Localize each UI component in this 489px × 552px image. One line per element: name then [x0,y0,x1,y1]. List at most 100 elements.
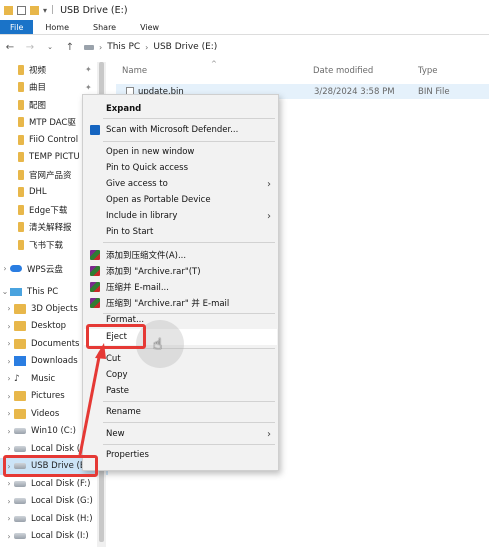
folder-icon [18,169,24,180]
tab-home[interactable]: Home [33,20,81,34]
pin-icon[interactable]: ✦ [85,65,92,74]
sidebar-item-label: Pictures [31,391,65,401]
sidebar-item-label: 视频 [29,65,47,76]
sidebar-item-label: Win10 (C:) [31,426,76,436]
sidebar-item-label: Local Disk (F:) [31,478,91,489]
menu-item-pin-quick-access[interactable]: Pin to Quick access [84,160,277,176]
chevron-right-icon[interactable]: › [4,514,14,523]
menu-item-scan-defender[interactable]: Scan with Microsoft Defender... [84,122,277,138]
menu-item-new[interactable]: New › [84,426,277,442]
column-header-date[interactable]: Date modified [313,66,373,76]
cloud-icon [10,265,22,272]
menu-item-expand[interactable]: Expand [84,101,277,117]
customize-quick-access-icon[interactable]: ▾ [43,6,47,15]
download-icon [14,356,26,366]
sidebar-item-pc[interactable]: › Local Disk (I:) [0,528,108,545]
menu-item-rar-add[interactable]: 添加到压缩文件(A)... [84,247,277,263]
menu-separator [103,118,275,119]
drive-icon [84,44,94,50]
chevron-right-icon[interactable]: › [4,304,14,313]
folder-icon [18,222,24,232]
back-arrow-icon[interactable]: ← [4,42,16,53]
chevron-right-icon[interactable]: › [4,392,14,401]
menu-item-rar-add-archive[interactable]: 添加到 "Archive.rar"(T) [84,263,277,279]
chevron-right-icon[interactable]: › [4,479,14,488]
recent-locations-icon[interactable]: ⌄ [44,43,56,51]
menu-separator [103,141,275,142]
chevron-right-icon[interactable]: › [4,374,14,383]
sidebar-item-label: 配图 [29,100,47,111]
menu-item-include-library[interactable]: Include in library › [84,208,277,224]
sidebar-item-label: Videos [31,408,60,419]
chevron-right-icon[interactable]: › [4,409,14,418]
menu-item-copy[interactable]: Copy [84,367,277,383]
breadcrumb-this-pc[interactable]: This PC [107,42,140,52]
chevron-right-icon: › [267,428,271,440]
sidebar-item-label: Local Disk (I:) [31,531,89,541]
ribbon-tabs: File Home Share View [0,20,489,35]
menu-item-properties[interactable]: Properties [84,447,277,463]
chevron-right-icon: › [267,178,271,190]
sidebar-item-pc[interactable]: › Local Disk (G:) [0,493,108,510]
drive-icon [14,498,26,504]
chevron-right-icon[interactable]: › [4,444,14,453]
sidebar-item-label: TEMP PICTU [29,152,80,162]
menu-item-open-new-window[interactable]: Open in new window [84,144,277,160]
menu-item-paste[interactable]: Paste [84,383,277,399]
breadcrumb-usb-drive[interactable]: USB Drive (E:) [153,42,217,52]
up-arrow-icon[interactable]: ↑ [64,42,76,53]
winrar-icon [90,298,100,308]
sidebar-item-quick-access[interactable]: 曲目 ✦ [0,79,108,96]
properties-icon[interactable] [17,5,26,15]
folder-icon [18,204,24,215]
column-header-name[interactable]: Name [122,66,147,76]
chevron-down-icon[interactable]: ⌄ [0,287,10,296]
menu-separator [103,444,275,445]
sidebar-item-pc[interactable]: › Local Disk (F:) [0,475,108,492]
eject-highlight-box [86,324,146,349]
folder-icon [18,134,24,145]
forward-arrow-icon[interactable]: → [24,42,36,53]
menu-item-pin-start[interactable]: Pin to Start [84,224,277,240]
folder-icon [14,391,26,401]
menu-item-rar-email[interactable]: 压缩并 E-mail... [84,279,277,295]
sidebar-item-label: 官网产品资 [29,170,72,181]
defender-shield-icon [90,125,100,135]
sidebar-item-label: Downloads [31,356,78,366]
sidebar-item-label: Local Disk (G:) [31,496,93,506]
sidebar-item-pc[interactable]: › Local Disk (H:) [0,510,108,527]
sidebar-item-label: Documents [31,338,80,349]
drive-icon [14,445,26,452]
sort-ascending-icon: ^ [211,60,217,68]
chevron-right-icon[interactable]: › [4,532,14,541]
folder-icon [14,338,26,349]
column-header-type[interactable]: Type [418,66,438,76]
pin-icon[interactable]: ✦ [85,83,92,92]
menu-item-open-portable[interactable]: Open as Portable Device [84,192,277,208]
menu-separator [103,401,275,402]
computer-icon [10,287,22,296]
chevron-right-icon[interactable]: › [4,497,14,506]
menu-item-rar-archive-email[interactable]: 压缩到 "Archive.rar" 并 E-mail [84,295,277,311]
chevron-right-icon[interactable]: › [4,322,14,331]
usb-drive-highlight-box [3,455,98,477]
breadcrumb[interactable]: › This PC › USB Drive (E:) [84,42,217,52]
folder-icon [18,82,24,92]
tab-share[interactable]: Share [81,20,128,34]
chevron-right-icon[interactable]: › [4,427,14,436]
folder-icon[interactable] [4,5,13,15]
chevron-right-icon[interactable]: › [4,339,14,348]
menu-item-give-access[interactable]: Give access to › [84,176,277,192]
sidebar-item-quick-access[interactable]: 视频 ✦ [0,61,108,78]
chevron-right-icon[interactable]: › [0,264,10,273]
chevron-right-icon[interactable]: › [4,357,14,366]
sidebar-item-label: 清关解释报 [29,223,72,233]
new-folder-icon[interactable] [30,5,39,15]
chevron-right-icon: › [99,42,103,52]
tab-file[interactable]: File [0,20,34,34]
menu-item-rename[interactable]: Rename [84,404,277,420]
hand-cursor-icon: ☝ [153,335,163,353]
tab-view[interactable]: View [128,20,171,34]
sidebar-item-label: 曲目 [29,83,47,93]
title-bar: ▾ | USB Drive (E:) [0,0,489,20]
